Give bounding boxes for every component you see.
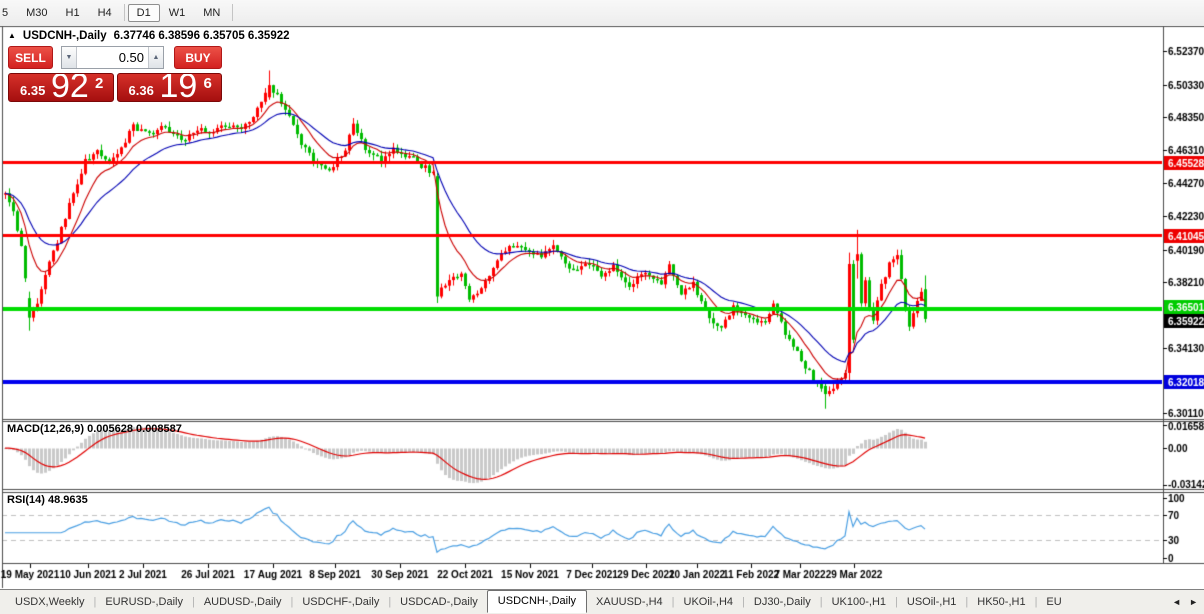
volume-increase-icon[interactable]: ▲	[148, 47, 163, 68]
trade-panel-price-row: 6.35 92 2 6.36 19 6	[8, 73, 222, 102]
chart-tab-usdx-weekly[interactable]: USDX,Weekly	[6, 593, 93, 611]
sell-price-box[interactable]: 6.35 92 2	[8, 73, 114, 102]
timeframe-button-h1[interactable]: H1	[57, 4, 89, 22]
chart-tab-xauusd-h4[interactable]: XAUUSD-,H4	[587, 593, 672, 611]
trade-panel-top-row: SELL ▼ ▲ BUY	[8, 46, 222, 69]
timeframe-button-mn[interactable]: MN	[194, 4, 229, 22]
chart-tab-usdcad-daily[interactable]: USDCAD-,Daily	[391, 593, 487, 611]
collapse-chart-icon[interactable]: ▲	[8, 31, 16, 40]
buy-price-pips: 19	[159, 73, 198, 102]
timeframe-button-h4[interactable]: H4	[89, 4, 121, 22]
chart-tab-eu[interactable]: EU	[1037, 593, 1070, 611]
mt4-window: 5 M30 H1 H4 D1 W1 MN ▲ USDCNH-,Daily 6.37746 6…	[0, 0, 1204, 614]
sell-price-handle: 6.35	[20, 83, 46, 98]
toolbar-separator	[123, 4, 125, 21]
chart-tab-usoil-h1[interactable]: USOil-,H1	[898, 593, 966, 611]
chart-tab-usdchf-daily[interactable]: USDCHF-,Daily	[293, 593, 388, 611]
macd-indicator-label: MACD(12,26,9) 0.005628 0.008587	[7, 423, 182, 435]
volume-stepper: ▼ ▲	[61, 46, 164, 69]
chart-header: ▲ USDCNH-,Daily 6.37746 6.38596 6.35705 …	[8, 30, 290, 42]
chart-tab-ukoil-h4[interactable]: UKOil-,H4	[675, 593, 743, 611]
buy-price-handle: 6.36	[128, 83, 154, 98]
chart-symbol-title: USDCNH-,Daily	[22, 30, 107, 42]
symbol-tab-bar: USDX,Weekly | EURUSD-,Daily | AUDUSD-,Daily |…	[0, 589, 1204, 614]
timeframe-toolbar: 5 M30 H1 H4 D1 W1 MN	[0, 0, 1204, 25]
tab-scroll-right-icon[interactable]: ►	[1189, 597, 1198, 607]
chart-tab-audusd-daily[interactable]: AUDUSD-,Daily	[195, 593, 291, 611]
chart-tab-hk50-h1[interactable]: HK50-,H1	[968, 593, 1034, 611]
sell-button[interactable]: SELL	[8, 46, 53, 69]
sell-price-point: 2	[95, 75, 104, 92]
volume-decrease-icon[interactable]: ▼	[62, 47, 77, 68]
toolbar-separator	[232, 4, 234, 21]
buy-price-point: 6	[203, 75, 212, 92]
volume-input[interactable]	[77, 47, 148, 68]
chart-tab-dj30-daily[interactable]: DJ30-,Daily	[745, 593, 820, 611]
chart-tab-usdcnh-daily[interactable]: USDCNH-,Daily	[486, 590, 588, 613]
timeframe-button-d1[interactable]: D1	[127, 3, 160, 22]
tab-scroll-left-icon[interactable]: ◄	[1172, 597, 1181, 607]
buy-button[interactable]: BUY	[174, 46, 222, 69]
tab-scroll-arrows: ◄ ►	[1172, 597, 1204, 607]
buy-price-box[interactable]: 6.36 19 6	[116, 73, 222, 102]
one-click-trade-panel: SELL ▼ ▲ BUY 6.35 92 2 6.36 19 6	[8, 46, 222, 102]
timeframe-button-w1[interactable]: W1	[160, 4, 195, 22]
chart-tab-eurusd-daily[interactable]: EURUSD-,Daily	[96, 593, 192, 611]
sell-price-pips: 92	[51, 73, 89, 102]
chart-ohlc-values: 6.37746 6.38596 6.35705 6.35922	[113, 30, 290, 42]
timeframe-button-m30[interactable]: M30	[17, 4, 56, 22]
timeframe-button-5[interactable]: 5	[0, 4, 17, 22]
chart-tab-uk100-h1[interactable]: UK100-,H1	[823, 593, 895, 611]
rsi-indicator-label: RSI(14) 48.9635	[7, 494, 88, 506]
